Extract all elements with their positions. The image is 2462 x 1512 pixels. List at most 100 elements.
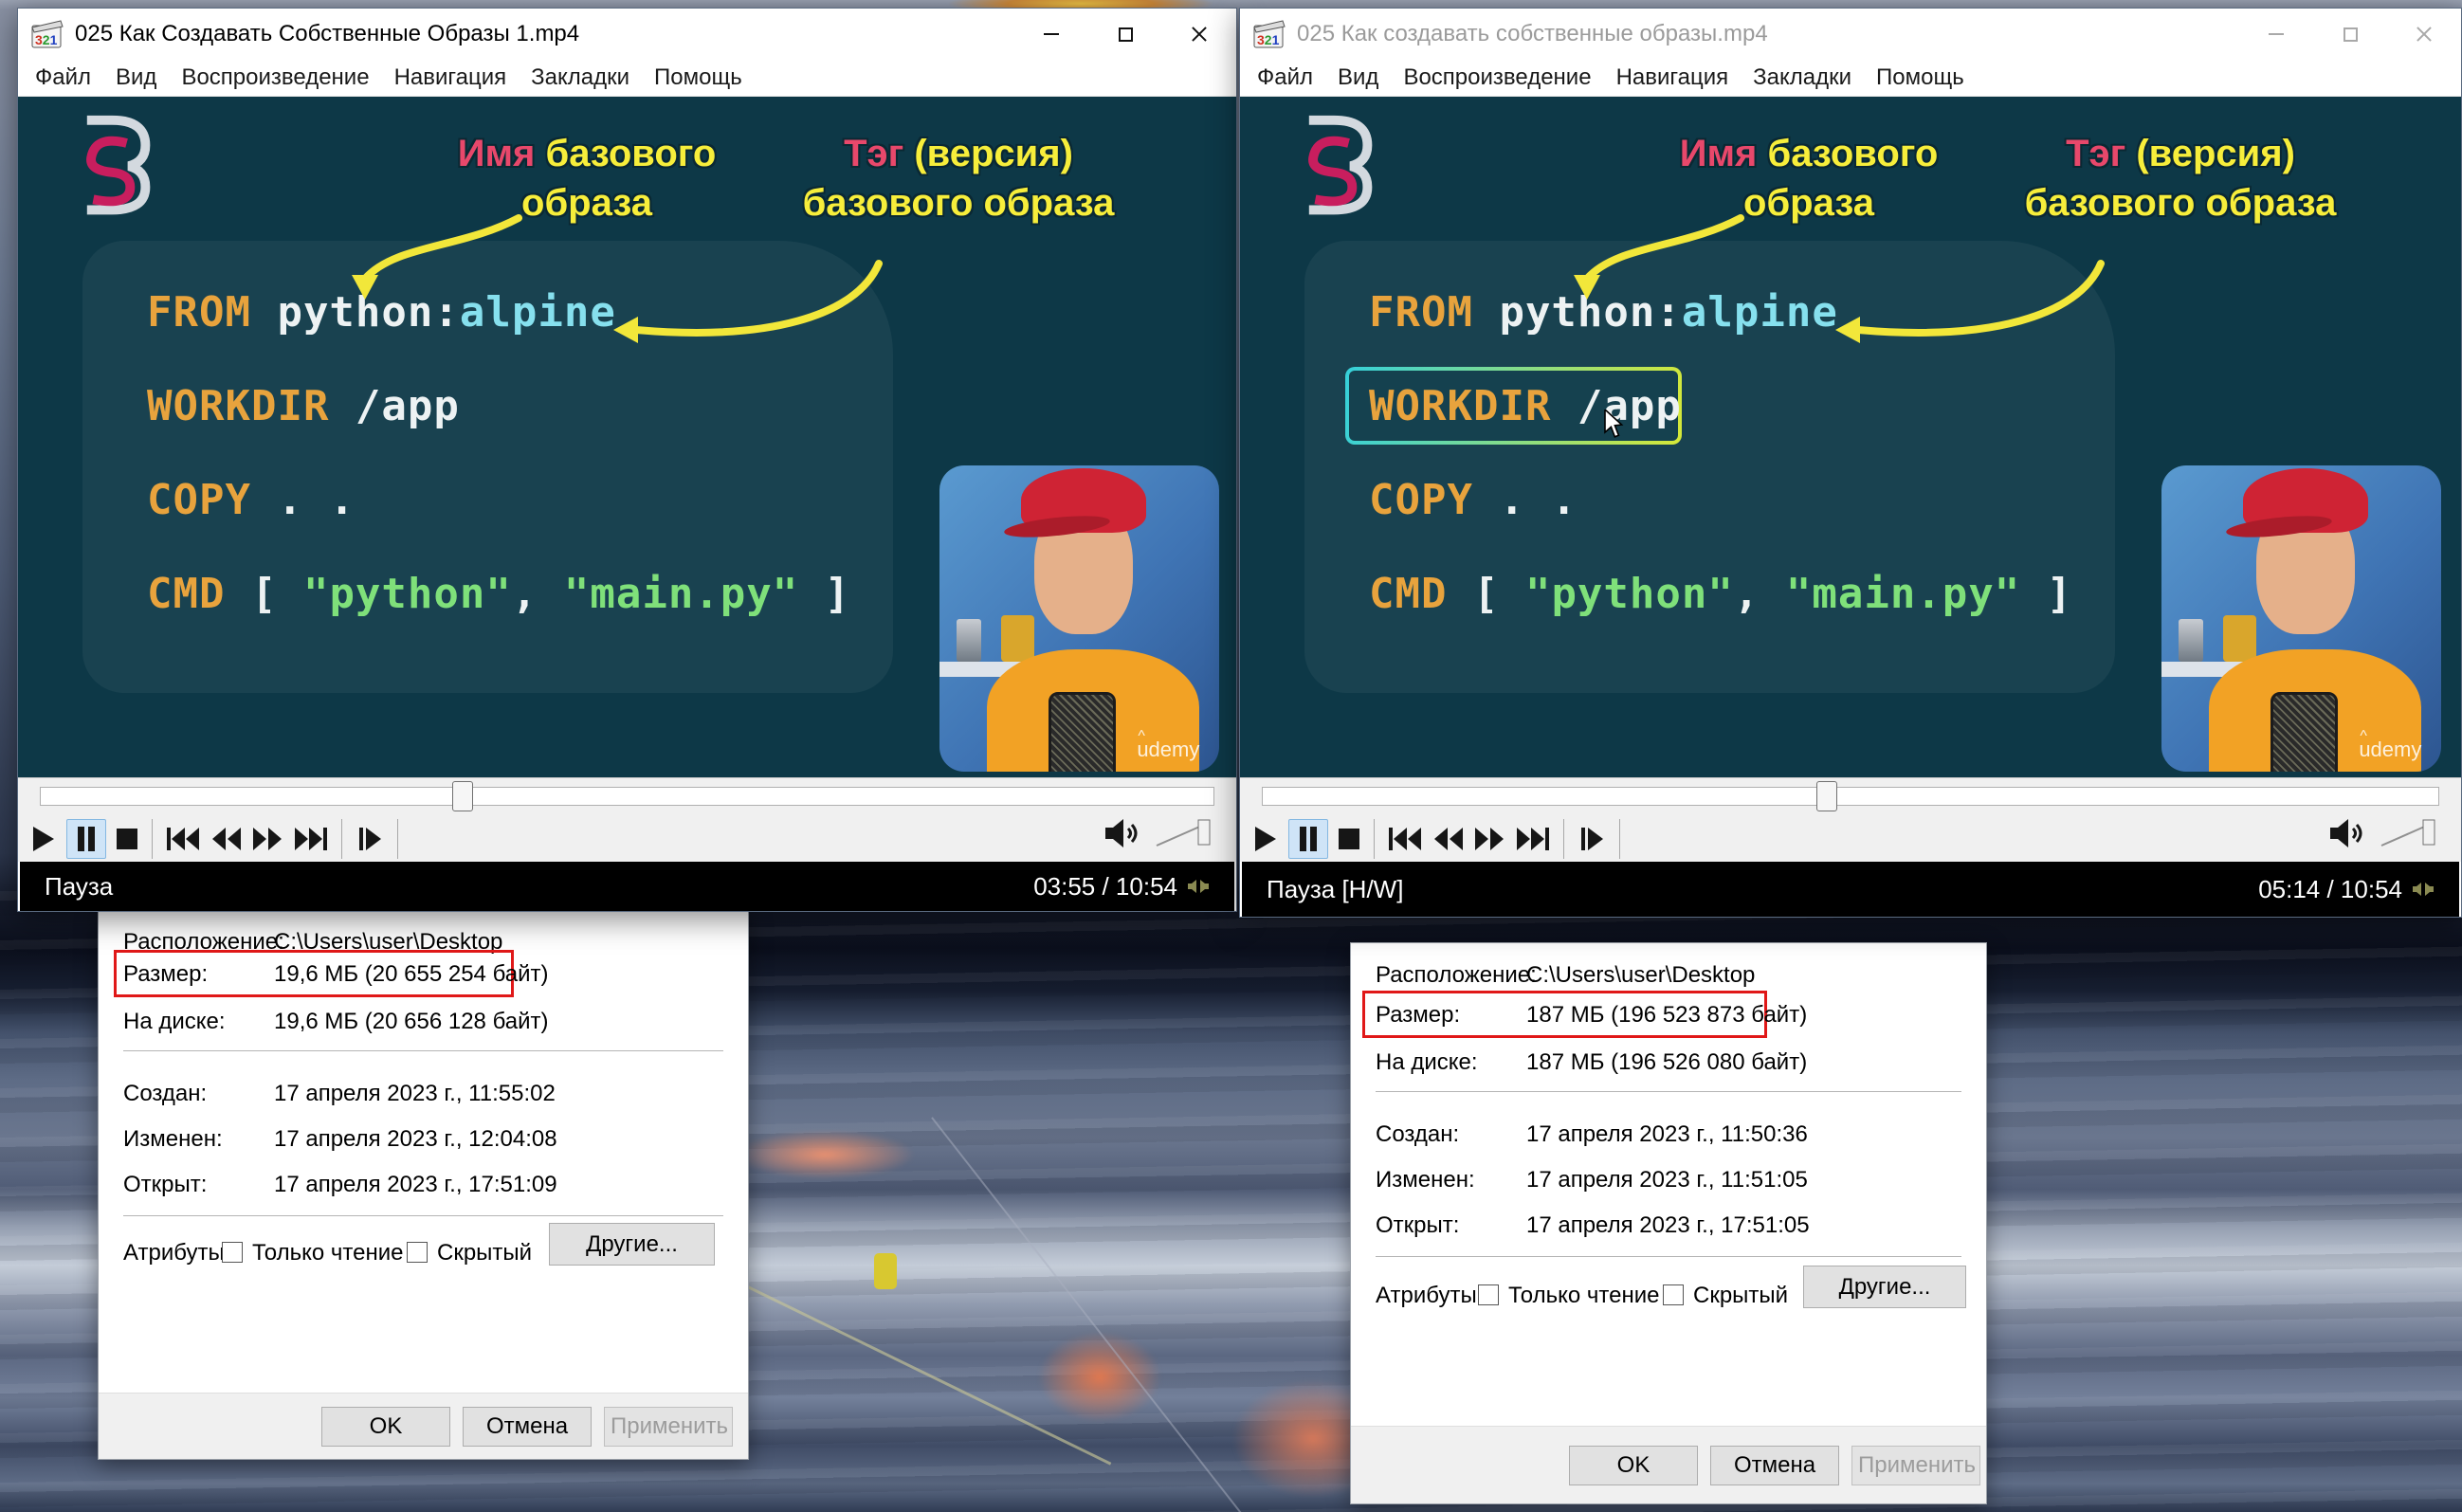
menu-item[interactable]: Файл bbox=[1257, 64, 1313, 91]
readonly-checkbox[interactable] bbox=[1478, 1284, 1499, 1305]
playback-state: Пауза [H/W] bbox=[1267, 875, 1403, 904]
readonly-checkbox-label: Только чтение bbox=[252, 1240, 403, 1266]
seek-thumb[interactable] bbox=[452, 781, 473, 811]
skip-start-button[interactable] bbox=[1389, 827, 1423, 851]
app-icon: 321 bbox=[31, 19, 65, 49]
cup bbox=[957, 619, 982, 662]
menu-item[interactable]: Закладки bbox=[1753, 64, 1851, 91]
maximize-button[interactable] bbox=[2313, 9, 2387, 60]
dialog-footer: OK Отмена Применить bbox=[99, 1393, 748, 1459]
on-disk-label: На диске: bbox=[1376, 1049, 1478, 1076]
frame-step-button[interactable] bbox=[356, 827, 383, 851]
maximize-button[interactable] bbox=[1088, 9, 1162, 60]
separator bbox=[1563, 819, 1564, 859]
menu-item[interactable]: Вид bbox=[116, 64, 156, 91]
separator bbox=[341, 819, 342, 859]
menu-item[interactable]: Файл bbox=[35, 64, 91, 91]
menu-item[interactable]: Воспроизведение bbox=[1403, 64, 1591, 91]
mouse-cursor bbox=[1602, 410, 1631, 445]
separator bbox=[1376, 1256, 1961, 1257]
opened-value: 17 апреля 2023 г., 17:51:05 bbox=[1526, 1212, 1810, 1239]
code-line: COPY . . bbox=[1369, 476, 1578, 524]
video-area[interactable]: FROM python:alpineWORKDIR /appCOPY . .CM… bbox=[1240, 97, 2461, 777]
location-label: Расположение: bbox=[1376, 962, 1537, 989]
fast-forward-button[interactable] bbox=[252, 827, 283, 851]
menu-item[interactable]: Помощь bbox=[654, 64, 742, 91]
seek-bar[interactable] bbox=[1262, 787, 2439, 806]
hidden-checkbox[interactable] bbox=[1663, 1284, 1684, 1305]
apply-button[interactable]: Применить bbox=[604, 1407, 733, 1447]
desktop-screen: 321 025 Как Создавать Собственные Образы… bbox=[0, 0, 2462, 1512]
modified-label: Изменен: bbox=[123, 1126, 223, 1153]
speaker-icon[interactable] bbox=[2328, 816, 2368, 850]
ok-button[interactable]: OK bbox=[321, 1407, 450, 1447]
other-attributes-button[interactable]: Другие... bbox=[1803, 1266, 1966, 1308]
status-bar: Пауза [H/W] 05:14 / 10:54 bbox=[1242, 862, 2459, 917]
titlebar[interactable]: 321 025 Как создавать собственные образы… bbox=[1240, 9, 2461, 60]
skip-start-button[interactable] bbox=[167, 827, 201, 851]
wallpaper-detail bbox=[874, 1253, 897, 1289]
play-button[interactable] bbox=[1251, 825, 1278, 853]
on-disk-value: 187 МБ (196 526 080 байт) bbox=[1526, 1049, 1807, 1076]
menu-bar: Файл Вид Воспроизведение Навигация Закладки П… bbox=[18, 60, 1236, 97]
file-properties-dialog-right: Расположение:C:\Users\user\Desktop Разме… bbox=[1350, 942, 1987, 1504]
video-area[interactable]: FROM python:alpineWORKDIR /appCOPY . .CM… bbox=[18, 97, 1236, 777]
menu-item[interactable]: Помощь bbox=[1876, 64, 1964, 91]
dialog-content: Расположение:C:\Users\user\Desktop Разме… bbox=[1351, 943, 1986, 1427]
modified-value: 17 апреля 2023 г., 12:04:08 bbox=[274, 1126, 557, 1153]
rewind-button[interactable] bbox=[211, 827, 242, 851]
other-attributes-button[interactable]: Другие... bbox=[549, 1223, 715, 1266]
skip-end-button[interactable] bbox=[293, 827, 327, 851]
udemy-watermark: udemy bbox=[2359, 738, 2421, 762]
separator bbox=[1374, 819, 1375, 859]
separator bbox=[1619, 819, 1620, 859]
attributes-label: Атрибуты: bbox=[1376, 1283, 1483, 1309]
minimize-button[interactable] bbox=[1014, 9, 1088, 60]
fast-forward-button[interactable] bbox=[1474, 827, 1505, 851]
menu-item[interactable]: Навигация bbox=[394, 64, 507, 91]
hidden-checkbox[interactable] bbox=[407, 1242, 428, 1263]
titlebar[interactable]: 321 025 Как Создавать Собственные Образы… bbox=[18, 9, 1236, 60]
opened-label: Открыт: bbox=[1376, 1212, 1459, 1239]
code-line: FROM python:alpine bbox=[147, 288, 616, 337]
speaker-icon[interactable] bbox=[1103, 816, 1143, 850]
pause-button[interactable] bbox=[1288, 819, 1328, 859]
play-button[interactable] bbox=[29, 825, 56, 853]
created-label: Создан: bbox=[1376, 1121, 1459, 1148]
skip-end-button[interactable] bbox=[1515, 827, 1549, 851]
menu-item[interactable]: Навигация bbox=[1616, 64, 1729, 91]
minimize-button[interactable] bbox=[2239, 9, 2313, 60]
apply-button[interactable]: Применить bbox=[1851, 1446, 1980, 1485]
menu-item[interactable]: Вид bbox=[1338, 64, 1378, 91]
size-label: Размер: bbox=[123, 961, 208, 988]
readonly-checkbox[interactable] bbox=[222, 1242, 243, 1263]
rewind-button[interactable] bbox=[1433, 827, 1464, 851]
ok-button[interactable]: OK bbox=[1569, 1446, 1698, 1485]
stop-button[interactable] bbox=[1339, 829, 1359, 849]
menu-item[interactable]: Воспроизведение bbox=[181, 64, 369, 91]
window-title: 025 Как создавать собственные образы.mp4 bbox=[1297, 21, 1768, 47]
window-title: 025 Как Создавать Собственные Образы 1.m… bbox=[75, 21, 579, 47]
cancel-button[interactable]: Отмена bbox=[463, 1407, 592, 1447]
menu-item[interactable]: Закладки bbox=[531, 64, 629, 91]
audio-indicator-icon bbox=[1187, 877, 1210, 896]
volume-slider[interactable] bbox=[2380, 816, 2436, 850]
attributes-label: Атрибуты: bbox=[123, 1240, 230, 1266]
pause-button[interactable] bbox=[66, 819, 106, 859]
player-toolbar bbox=[18, 777, 1236, 862]
separator bbox=[1376, 1091, 1961, 1092]
status-bar: Пауза 03:55 / 10:54 bbox=[20, 862, 1234, 911]
stop-button[interactable] bbox=[117, 829, 137, 849]
code-line: CMD [ "python", "main.py" ] bbox=[1369, 570, 2072, 618]
seek-bar[interactable] bbox=[40, 787, 1214, 806]
close-button[interactable] bbox=[1162, 9, 1236, 60]
cancel-button[interactable]: Отмена bbox=[1710, 1446, 1839, 1485]
microphone bbox=[2271, 692, 2338, 772]
close-button[interactable] bbox=[2387, 9, 2461, 60]
separator bbox=[152, 819, 153, 859]
volume-slider[interactable] bbox=[1155, 816, 1212, 850]
frame-step-button[interactable] bbox=[1578, 827, 1605, 851]
readonly-checkbox-label: Только чтение bbox=[1508, 1283, 1659, 1309]
seek-thumb[interactable] bbox=[1816, 781, 1837, 811]
on-disk-label: На диске: bbox=[123, 1009, 226, 1035]
